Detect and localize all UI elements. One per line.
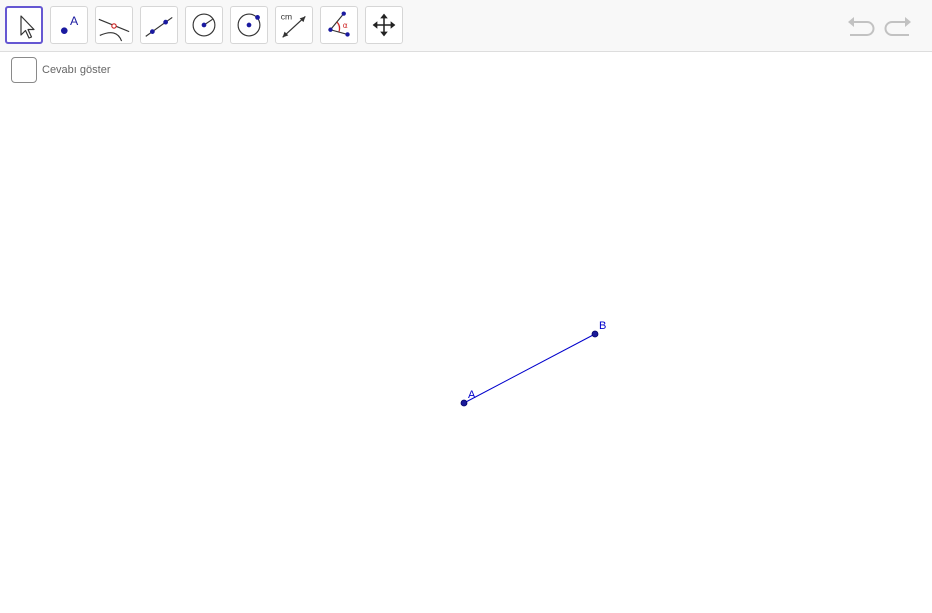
point-a[interactable]: [460, 399, 468, 407]
line-tool-button[interactable]: [140, 6, 178, 44]
undo-icon: [848, 17, 875, 36]
graphics-canvas[interactable]: A B: [0, 53, 932, 608]
circle-through-point-icon: [237, 13, 261, 37]
move-tool-button[interactable]: [5, 6, 43, 44]
point-tool-glyph: A: [70, 14, 79, 28]
graphics-view[interactable]: A B: [0, 53, 932, 608]
cursor-arrow-icon: [20, 15, 35, 39]
redo-icon: [884, 17, 911, 36]
angle-icon: α: [328, 11, 350, 37]
circle-center-point-tool-button[interactable]: [185, 6, 223, 44]
move-graphics-view-tool-button[interactable]: [365, 6, 403, 44]
distance-tool-glyph: cm: [281, 11, 292, 21]
distance-length-icon: cm: [281, 11, 306, 38]
segment-ab[interactable]: [463, 333, 596, 404]
circle-through-point-tool-button[interactable]: [230, 6, 268, 44]
point-b-label: B: [599, 320, 606, 332]
point-tool-button[interactable]: A: [50, 6, 88, 44]
redo-button[interactable]: [882, 12, 914, 40]
intersect-tool-button[interactable]: [95, 6, 133, 44]
intersect-icon: [98, 18, 130, 42]
circle-center-point-icon: [192, 13, 216, 37]
toolbar: A cm α: [0, 0, 932, 52]
point-a-label: A: [468, 389, 476, 401]
angle-tool-button[interactable]: α: [320, 6, 358, 44]
angle-tool-glyph: α: [343, 21, 348, 30]
point-icon: A: [60, 14, 79, 34]
line-through-points-icon: [145, 16, 173, 37]
move-graphics-view-icon: [372, 13, 396, 37]
undo-button[interactable]: [845, 12, 877, 40]
distance-tool-button[interactable]: cm: [275, 6, 313, 44]
point-b[interactable]: [591, 330, 599, 338]
